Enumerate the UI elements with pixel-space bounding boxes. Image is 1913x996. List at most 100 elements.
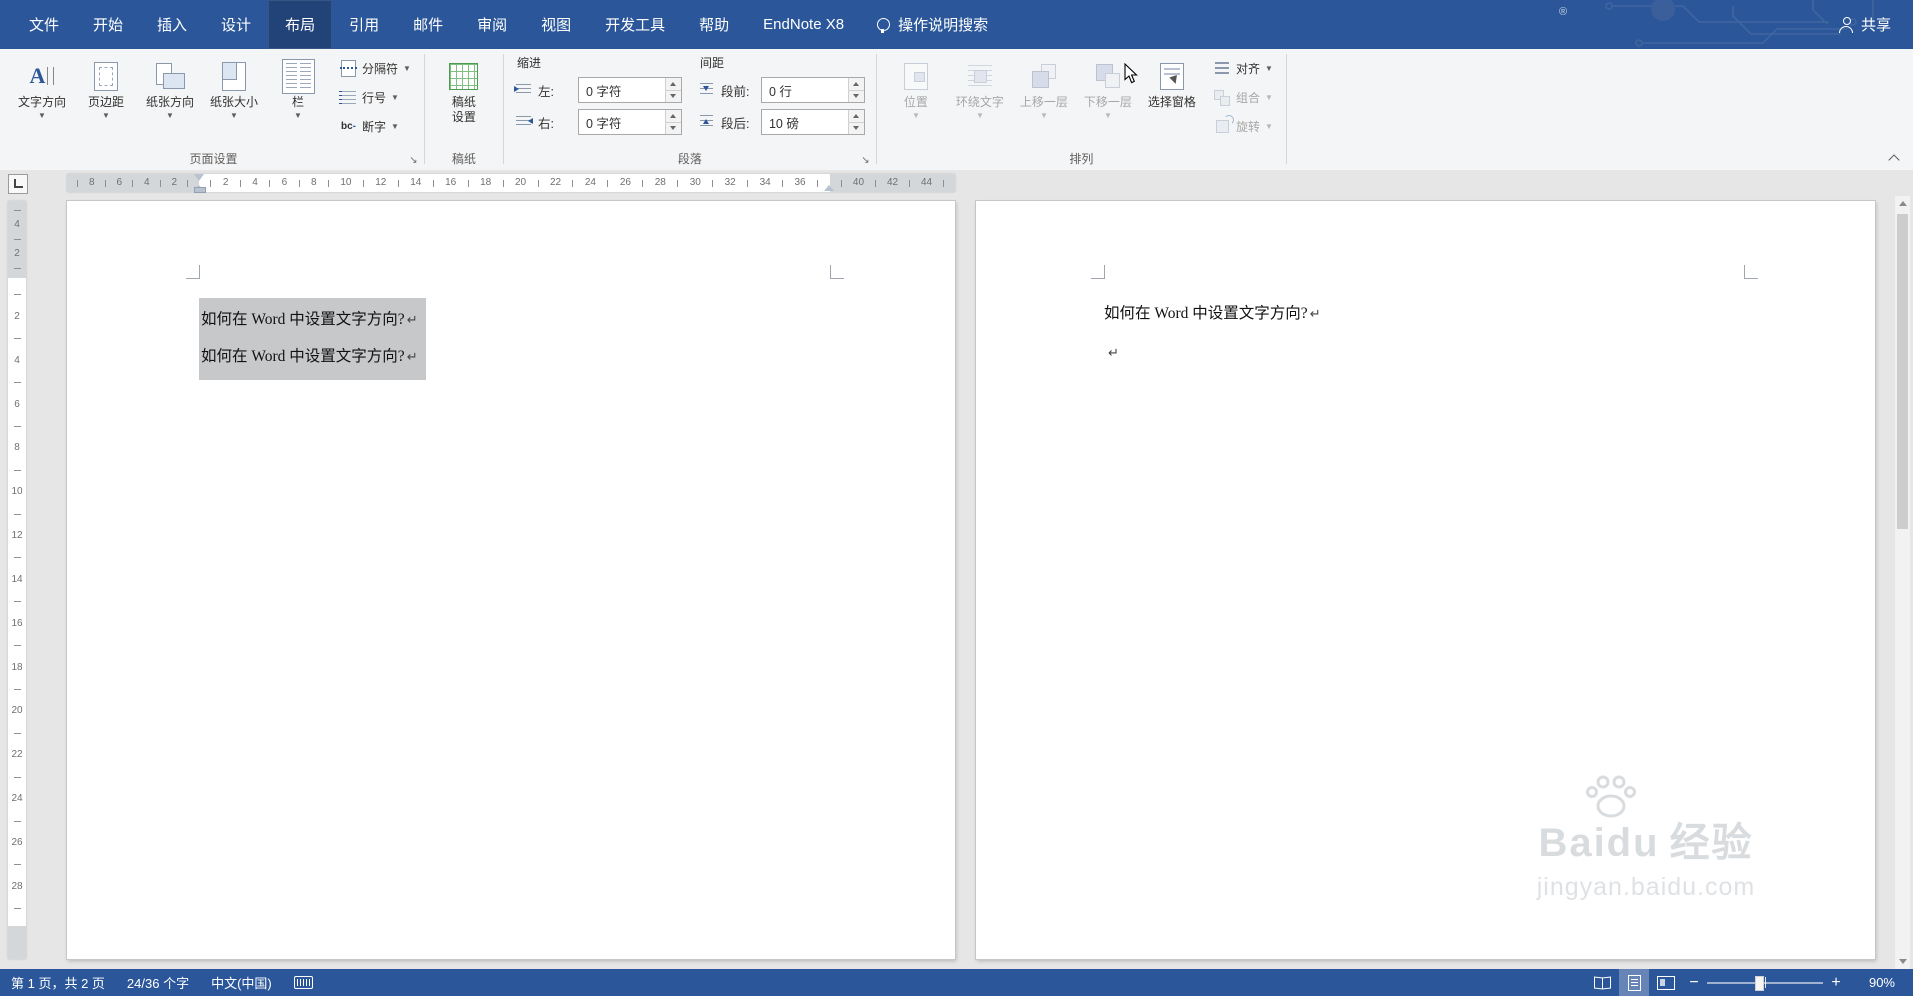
scrollbar-thumb[interactable] [1897, 214, 1908, 529]
spin-up-button[interactable] [665, 110, 681, 122]
group-label-paragraph: 段落 [677, 152, 702, 166]
tab-stop-selector[interactable] [8, 174, 28, 194]
spin-down-button[interactable] [848, 121, 864, 134]
space-before-spinner[interactable]: 0 行 [760, 77, 865, 103]
zoom-in-button[interactable]: + [1825, 969, 1847, 996]
page-2[interactable]: 如何在 Word 中设置文字方向? ↵ ↵ Baidu 经验 jingyan.ba… [975, 200, 1876, 960]
tab-mailings[interactable]: 邮件 [396, 0, 460, 49]
line-text[interactable]: 如何在 Word 中设置文字方向? [201, 311, 405, 328]
tab-design[interactable]: 设计 [204, 0, 268, 49]
space-after-spinner[interactable]: 10 磅 [760, 109, 865, 135]
indent-right-label: 右: [537, 116, 554, 131]
macro-record-button[interactable] [283, 969, 324, 996]
indent-right-value[interactable]: 0 字符 [579, 113, 621, 132]
position-button[interactable]: 位置 ▼ [884, 52, 948, 153]
tab-layout[interactable]: 布局 [268, 0, 333, 49]
tab-references[interactable]: 引用 [332, 0, 396, 49]
spin-up-button[interactable] [848, 78, 864, 90]
web-layout-button[interactable] [1651, 969, 1681, 996]
text-direction-button[interactable]: 文字方向 ▼ [10, 52, 74, 153]
print-layout-button[interactable] [1619, 969, 1649, 996]
vertical-scrollbar[interactable] [1895, 196, 1910, 969]
margins-button[interactable]: 页边距 ▼ [74, 52, 138, 153]
scroll-up-button[interactable] [1895, 196, 1910, 211]
chevron-down-icon: ▼ [1264, 121, 1273, 131]
spin-down-button[interactable] [665, 121, 681, 134]
document-can­vas[interactable]: 42 2 4 6 8 10 12 14 16 18 20 22 24 26 28 如何在 Word 中设置… [0, 196, 1913, 969]
zoom-slider[interactable] [1707, 969, 1823, 996]
read-mode-button[interactable] [1587, 969, 1617, 996]
line-numbers-button[interactable]: 行号 ▼ [334, 86, 417, 109]
document-line[interactable]: 如何在 Word 中设置文字方向? ↵ [1104, 301, 1321, 323]
columns-icon [281, 58, 315, 94]
bring-forward-button[interactable]: 上移一层 ▼ [1012, 52, 1076, 153]
orientation-button[interactable]: 纸张方向 ▼ [138, 52, 202, 153]
vertical-ruler[interactable]: 42 2 4 6 8 10 12 14 16 18 20 22 24 26 28 [8, 201, 26, 959]
spin-up-button[interactable] [848, 110, 864, 122]
rotate-button[interactable]: 旋转 ▼ [1208, 115, 1279, 138]
breaks-button[interactable]: 分隔符 ▼ [334, 57, 417, 80]
space-after-value[interactable]: 10 磅 [762, 113, 799, 132]
ribbon-tab-bar: 文件 开始 插入 设计 布局 引用 邮件 审阅 视图 开发工具 帮助 EndNo… [0, 0, 861, 49]
indent-right-spinner[interactable]: 0 字符 [577, 109, 682, 135]
columns-button[interactable]: 栏 ▼ [266, 52, 330, 153]
paw-icon [1586, 775, 1636, 818]
chevron-down-icon: ▼ [391, 92, 399, 102]
tab-insert[interactable]: 插入 [140, 0, 204, 49]
hyphenation-button[interactable]: bc 断字 ▼ [334, 115, 417, 138]
word-count[interactable]: 24/36 个字 [116, 969, 200, 996]
hyphenation-icon: bc [340, 118, 357, 135]
align-button[interactable]: 对齐 ▼ [1208, 57, 1279, 80]
spin-up-button[interactable] [665, 78, 681, 90]
tab-view[interactable]: 视图 [524, 0, 588, 49]
line-text[interactable]: 如何在 Word 中设置文字方向? [1104, 305, 1308, 322]
zoom-slider-thumb[interactable] [1755, 976, 1764, 991]
chevron-down-icon: ▼ [975, 111, 984, 120]
tab-review[interactable]: 审阅 [460, 0, 524, 49]
wrap-text-button[interactable]: 环绕文字 ▼ [948, 52, 1012, 153]
scroll-down-button[interactable] [1895, 954, 1910, 969]
align-icon [1214, 60, 1231, 77]
collapse-ribbon-button[interactable] [1885, 150, 1903, 166]
baidu-watermark: Baidu 经验 jingyan.baidu.com [1496, 773, 1796, 902]
tab-home[interactable]: 开始 [76, 0, 140, 49]
space-before-value[interactable]: 0 行 [762, 81, 792, 100]
margin-corner-mark [830, 265, 844, 279]
group-objects-button[interactable]: 组合 ▼ [1208, 86, 1279, 109]
right-indent-marker[interactable] [824, 180, 834, 191]
chevron-down-icon: ▼ [294, 111, 302, 120]
ruler-left-margin: 8642 [67, 174, 199, 192]
left-indent-marker[interactable] [194, 187, 206, 193]
paragraph-dialog-launcher[interactable] [858, 153, 873, 168]
tell-me-search[interactable]: 操作说明搜索 [877, 14, 988, 35]
empty-paragraph-mark[interactable]: ↵ [1106, 344, 1119, 362]
spin-down-button[interactable] [665, 89, 681, 102]
page-1[interactable]: 如何在 Word 中设置文字方向? ↵ 如何在 Word 中设置文字方向? ↵ [66, 200, 956, 960]
tab-help[interactable]: 帮助 [682, 0, 746, 49]
indent-left-value[interactable]: 0 字符 [579, 81, 621, 100]
group-paragraph: 缩进 左: 0 字符 右: 0 字符 间距 段前: 0 行 段后: 10 磅 段… [505, 49, 875, 170]
group-manuscript: 稿纸设置 稿纸 [426, 49, 502, 170]
spin-down-button[interactable] [848, 89, 864, 102]
manuscript-setup-button[interactable]: 稿纸设置 [432, 52, 496, 153]
tab-file[interactable]: 文件 [12, 0, 76, 49]
page-indicator[interactable]: 第 1 页，共 2 页 [0, 969, 116, 996]
indent-left-spinner[interactable]: 0 字符 [577, 77, 682, 103]
tab-developer[interactable]: 开发工具 [588, 0, 682, 49]
tab-endnote[interactable]: EndNote X8 [746, 0, 861, 49]
paper-size-button[interactable]: 纸张大小 ▼ [202, 52, 266, 153]
page-setup-dialog-launcher[interactable] [406, 153, 421, 168]
share-button[interactable]: 共享 [1838, 14, 1913, 35]
zoom-out-button[interactable]: − [1683, 969, 1705, 996]
text-direction-icon [25, 59, 59, 93]
zoom-level[interactable]: 90% [1849, 969, 1899, 996]
selection-pane-button[interactable]: 选择窗格 [1140, 52, 1204, 153]
group-page-setup: 文字方向 ▼ 页边距 ▼ 纸张方向 ▼ 纸张大小 ▼ [4, 49, 423, 170]
line-text[interactable]: 如何在 Word 中设置文字方向? [201, 348, 405, 365]
position-icon [899, 59, 933, 93]
horizontal-ruler[interactable]: 8642 2 4 6 8 10 12 14 16 18 20 22 24 26 28 30 32 34 36 40… [67, 174, 955, 193]
selected-text-block[interactable]: 如何在 Word 中设置文字方向? ↵ 如何在 Word 中设置文字方向? ↵ [199, 298, 426, 380]
document-line[interactable]: 如何在 Word 中设置文字方向? ↵ [201, 302, 418, 339]
language-indicator[interactable]: 中文(中国) [200, 969, 283, 996]
document-line[interactable]: 如何在 Word 中设置文字方向? ↵ [201, 339, 418, 376]
